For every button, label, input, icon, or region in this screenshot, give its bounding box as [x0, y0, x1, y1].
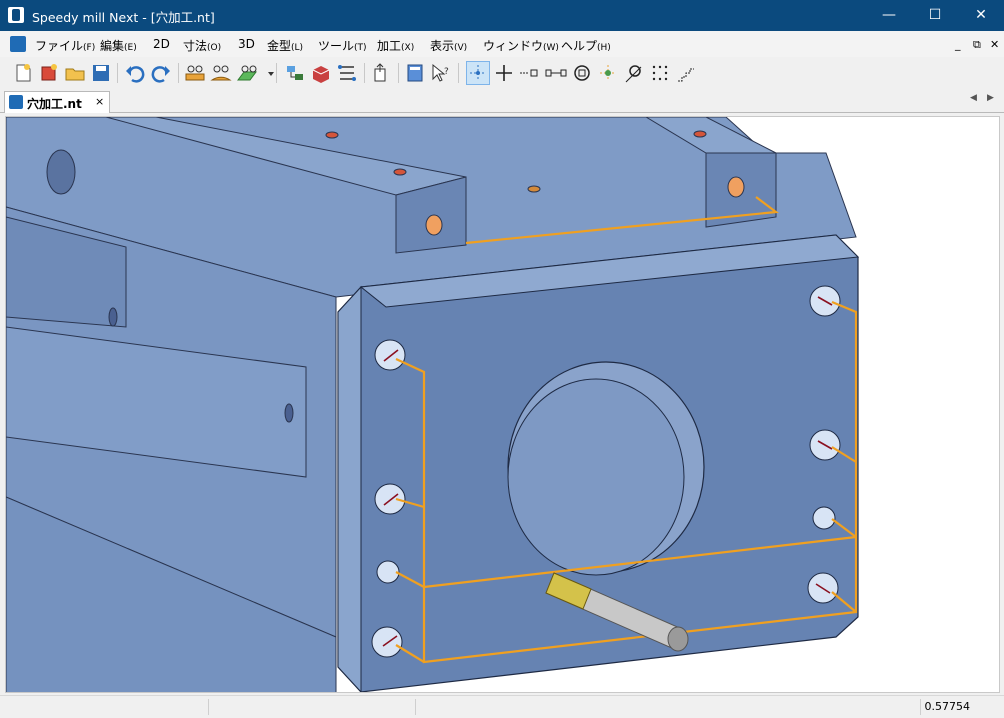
minimize-button[interactable]: —	[866, 0, 912, 31]
toolbar-separator	[178, 63, 179, 83]
toolbar-separator	[398, 63, 399, 83]
tangent-icon[interactable]	[623, 62, 645, 84]
status-bar: 0.57754	[0, 695, 1004, 718]
tab-scroll-right-icon[interactable]: ▶	[987, 93, 994, 103]
new-file-icon[interactable]	[12, 62, 34, 84]
measure-icon[interactable]	[184, 62, 206, 84]
status-divider	[415, 699, 416, 715]
toolbar-separator	[458, 63, 459, 83]
circle-center-icon[interactable]	[571, 62, 593, 84]
path-icon[interactable]	[336, 62, 358, 84]
tab-close-icon[interactable]: ×	[95, 95, 104, 108]
menu-file[interactable]: ファイル(F)	[35, 37, 95, 54]
document-icon	[9, 95, 23, 109]
segment-icon[interactable]	[545, 62, 567, 84]
toolbar-separator	[117, 63, 118, 83]
new-part-icon[interactable]	[38, 62, 60, 84]
open-folder-icon[interactable]	[64, 62, 86, 84]
menu-help[interactable]: ヘルプ(H)	[561, 37, 611, 54]
toolbar-separator	[364, 63, 365, 83]
mdi-close-icon[interactable]: ✕	[990, 38, 999, 51]
status-value: 0.57754	[924, 700, 971, 713]
save-icon[interactable]	[90, 62, 112, 84]
menu-2d[interactable]: 2D	[153, 37, 170, 51]
title-bar: Speedy mill Next - [穴加工.nt] — ☐ ✕	[0, 0, 1004, 31]
redo-icon[interactable]	[150, 62, 172, 84]
angle-measure-icon[interactable]	[210, 62, 232, 84]
window-title: Speedy mill Next - [穴加工.nt]	[32, 10, 215, 25]
node-icon[interactable]	[597, 62, 619, 84]
document-menu-icon[interactable]	[10, 36, 26, 52]
tab-drilling[interactable]: 穴加工.nt ×	[4, 91, 110, 113]
dimension-icon[interactable]	[236, 62, 258, 84]
help-pointer-icon[interactable]: ?	[430, 62, 452, 84]
toolbar-separator	[276, 63, 277, 83]
mdi-restore-icon[interactable]: ⧉	[973, 38, 981, 52]
document-tab-bar: 穴加工.nt × ◀ ▶	[0, 89, 1004, 113]
menu-tools[interactable]: ツール(T)	[318, 37, 367, 54]
menu-mold[interactable]: 金型(L)	[267, 37, 303, 54]
export-icon[interactable]	[370, 62, 392, 84]
cad-model[interactable]	[6, 117, 1000, 693]
grid-snap-icon[interactable]	[649, 62, 671, 84]
calculator-icon[interactable]	[404, 62, 426, 84]
close-button[interactable]: ✕	[958, 0, 1004, 31]
svg-text:?: ?	[444, 67, 449, 77]
status-divider	[208, 699, 209, 715]
menu-machining[interactable]: 加工(X)	[377, 37, 414, 54]
menu-view[interactable]: 表示(V)	[430, 37, 467, 54]
app-icon	[8, 7, 24, 23]
status-divider	[920, 699, 921, 715]
tab-label: 穴加工.nt	[27, 97, 82, 111]
3d-viewport[interactable]	[5, 116, 1000, 693]
toolbar: ?	[0, 57, 1004, 90]
menu-window[interactable]: ウィンドウ(W)	[483, 37, 559, 54]
tab-scroll-left-icon[interactable]: ◀	[970, 93, 977, 103]
menu-bar: ファイル(F) 編集(E) 2D 寸法(O) 3D 金型(L) ツール(T) 加…	[0, 31, 1004, 57]
menu-edit[interactable]: 編集(E)	[100, 37, 137, 54]
mdi-minimize-icon[interactable]: _	[955, 38, 961, 51]
stairs-icon[interactable]	[675, 62, 697, 84]
line-point-icon[interactable]	[519, 62, 541, 84]
menu-dimension[interactable]: 寸法(O)	[183, 37, 221, 54]
select-point-icon[interactable]	[466, 61, 490, 85]
menu-3d[interactable]: 3D	[238, 37, 255, 51]
layer-icon[interactable]	[284, 62, 306, 84]
crosshair-icon[interactable]	[493, 62, 515, 84]
solid-icon[interactable]	[310, 62, 332, 84]
maximize-button[interactable]: ☐	[912, 0, 958, 31]
dropdown-arrow-icon[interactable]	[260, 62, 274, 84]
undo-icon[interactable]	[124, 62, 146, 84]
